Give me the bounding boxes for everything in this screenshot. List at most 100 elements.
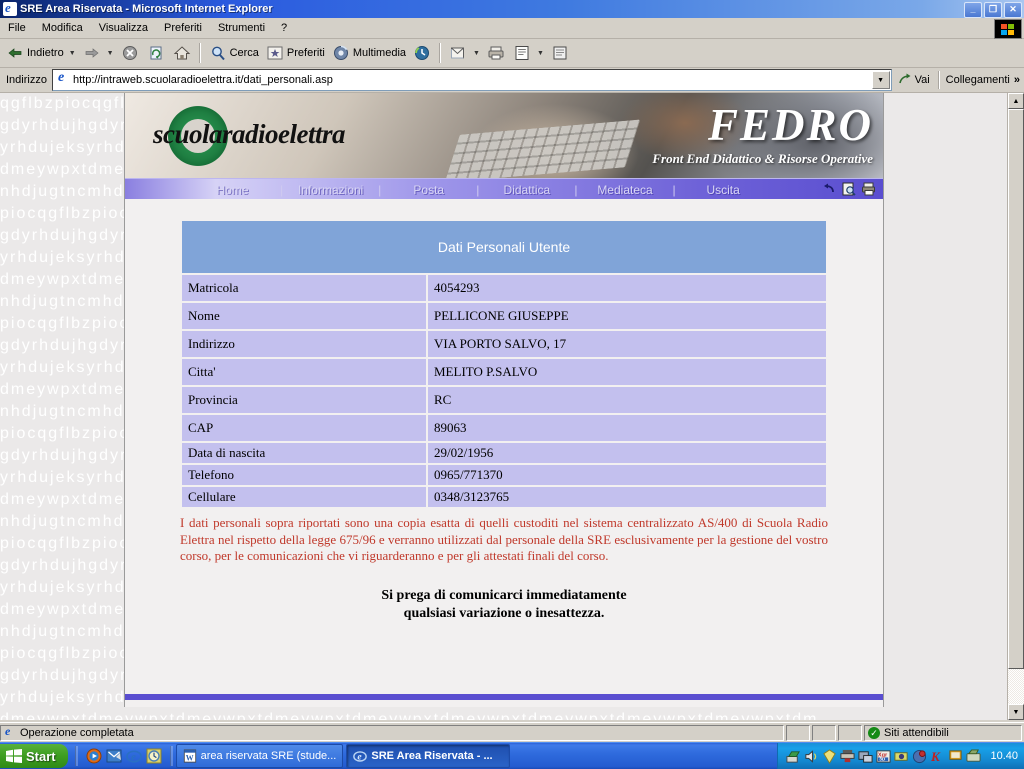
nav-mediateca[interactable]: Mediateca xyxy=(578,183,673,197)
network-icon[interactable] xyxy=(786,749,801,764)
table-row: Indirizzo VIA PORTO SALVO, 17 xyxy=(182,331,826,357)
forward-dropdown-icon[interactable]: ▼ xyxy=(107,50,114,57)
home-button[interactable] xyxy=(169,41,195,65)
nav-informazioni[interactable]: Informazioni xyxy=(283,183,378,197)
back-button[interactable]: Indietro xyxy=(2,41,67,65)
menu-modifica[interactable]: Modifica xyxy=(34,20,91,36)
search-button-label: Cerca xyxy=(229,47,259,59)
windows-flag-glyph xyxy=(1001,23,1014,35)
back-dropdown-icon[interactable]: ▼ xyxy=(69,50,76,57)
word-icon: W xyxy=(183,749,196,763)
taskbar-item-word-label: area riservata SRE (stude... xyxy=(200,750,337,762)
printer-tray-icon[interactable] xyxy=(840,749,855,764)
outlook-express-icon[interactable] xyxy=(106,748,122,764)
nav-uscita[interactable]: Uscita xyxy=(676,183,771,197)
media-player-icon[interactable] xyxy=(86,748,102,764)
address-separator xyxy=(937,71,940,89)
product-title: FEDRO xyxy=(707,100,873,150)
menu-help[interactable]: ? xyxy=(273,20,295,36)
table-row: Matricola 4054293 xyxy=(182,275,826,301)
undo-icon[interactable] xyxy=(821,181,837,197)
edit-button[interactable] xyxy=(509,41,535,65)
scroll-down-button[interactable]: ▼ xyxy=(1008,704,1024,720)
menu-preferiti[interactable]: Preferiti xyxy=(156,20,210,36)
kaspersky-icon[interactable]: K xyxy=(930,749,945,764)
go-button[interactable]: Vai xyxy=(892,70,936,90)
shield-icon[interactable] xyxy=(822,748,837,764)
sync-icon[interactable] xyxy=(894,749,909,764)
row-value-cap: 89063 xyxy=(428,415,826,441)
media-button[interactable]: Multimedia xyxy=(328,41,409,65)
edit-dropdown-icon[interactable]: ▼ xyxy=(537,50,544,57)
refresh-button[interactable] xyxy=(143,41,169,65)
monitor-tray-icon[interactable] xyxy=(948,749,963,764)
print-button[interactable] xyxy=(483,41,509,65)
preview-icon[interactable] xyxy=(841,181,857,197)
taskbar-clock[interactable]: 10.40 xyxy=(990,750,1018,762)
page-title: Dati Personali Utente xyxy=(182,221,826,273)
volume-icon[interactable] xyxy=(804,749,819,764)
windows-start-icon xyxy=(6,749,22,763)
print-icon[interactable] xyxy=(861,181,877,197)
graphics-3d-icon[interactable]: Xgr 3D xyxy=(876,749,891,764)
back-arrow-icon xyxy=(8,48,22,58)
status-spacer-3 xyxy=(838,725,862,741)
page-viewport: qgflbzpiocqgflbzpiocqgflbzpiocqgflbzpioc… xyxy=(0,93,1024,720)
change-notice-line2: qualsiasi variazione o inesattezza. xyxy=(403,605,605,621)
close-button[interactable]: ✕ xyxy=(1004,2,1022,18)
menu-strumenti[interactable]: Strumenti xyxy=(210,20,273,36)
status-ie-icon xyxy=(4,727,16,739)
scrollbar-thumb[interactable] xyxy=(1008,109,1024,669)
row-label-data-nascita: Data di nascita xyxy=(182,443,426,463)
taskbar-item-word[interactable]: W area riservata SRE (stude... xyxy=(175,744,344,768)
scanner-icon[interactable] xyxy=(966,748,981,764)
search-icon xyxy=(211,46,225,61)
refresh-icon xyxy=(150,46,162,60)
change-notice: Si prega di comunicarci immediatamente q… xyxy=(180,587,828,623)
forward-arrow-icon xyxy=(85,48,99,58)
nav-posta[interactable]: Posta xyxy=(381,183,476,197)
security-zone-panel[interactable]: ✓ Siti attendibili xyxy=(864,725,1022,741)
row-label-nome: Nome xyxy=(182,303,426,329)
restore-button[interactable]: ❐ xyxy=(984,2,1002,18)
internet-explorer-icon[interactable]: e xyxy=(125,748,142,764)
svg-text:e: e xyxy=(358,752,363,763)
links-button-label: Collegamenti xyxy=(945,74,1010,86)
page-footer-bar xyxy=(125,694,883,700)
discuss-button[interactable] xyxy=(547,41,573,65)
vertical-scrollbar[interactable]: ▲ ▼ xyxy=(1007,93,1024,720)
stop-button[interactable] xyxy=(117,41,143,65)
history-button[interactable] xyxy=(409,41,435,65)
site-navbar: Home | Informazioni | Posta | Didattica … xyxy=(125,178,883,201)
scrollbar-track[interactable] xyxy=(1008,109,1024,704)
clock-icon[interactable] xyxy=(146,748,162,764)
product-tagline: Front End Didattico & Risorse Operative xyxy=(652,151,873,166)
minimize-button[interactable]: _ xyxy=(964,2,982,18)
toolbar-separator-2 xyxy=(439,43,442,63)
media-button-label: Multimedia xyxy=(352,47,407,59)
title-bar: SRE Area Riservata - Microsoft Internet … xyxy=(0,0,1024,18)
mail-icon xyxy=(451,47,465,59)
toolbar: Indietro ▼ ▼ Cerca Preferiti Multimedia … xyxy=(0,39,1024,68)
nav-items: Home | Informazioni | Posta | Didattica … xyxy=(185,183,771,197)
menu-file[interactable]: File xyxy=(0,20,34,36)
scroll-up-button[interactable]: ▲ xyxy=(1008,93,1024,109)
antivirus-icon[interactable] xyxy=(912,749,927,764)
svg-text:e: e xyxy=(131,751,136,763)
display-icon[interactable] xyxy=(858,749,873,764)
forward-button[interactable] xyxy=(79,41,105,65)
links-button[interactable]: Collegamenti » xyxy=(942,74,1024,86)
start-button[interactable]: Start xyxy=(0,744,68,768)
nav-didattica[interactable]: Didattica xyxy=(479,183,574,197)
menu-visualizza[interactable]: Visualizza xyxy=(91,20,156,36)
stop-icon xyxy=(122,46,137,60)
favorites-button-label: Preferiti xyxy=(286,47,325,59)
search-button[interactable]: Cerca xyxy=(205,41,262,65)
address-input[interactable]: http://intraweb.scuolaradioelettra.it/da… xyxy=(51,69,892,91)
taskbar-item-ie[interactable]: e SRE Area Riservata - ... xyxy=(346,744,511,768)
nav-home[interactable]: Home xyxy=(185,183,280,197)
address-dropdown-icon[interactable]: ▼ xyxy=(871,71,890,89)
mail-dropdown-icon[interactable]: ▼ xyxy=(473,50,480,57)
mail-button[interactable] xyxy=(445,41,471,65)
favorites-button[interactable]: Preferiti xyxy=(262,41,328,65)
